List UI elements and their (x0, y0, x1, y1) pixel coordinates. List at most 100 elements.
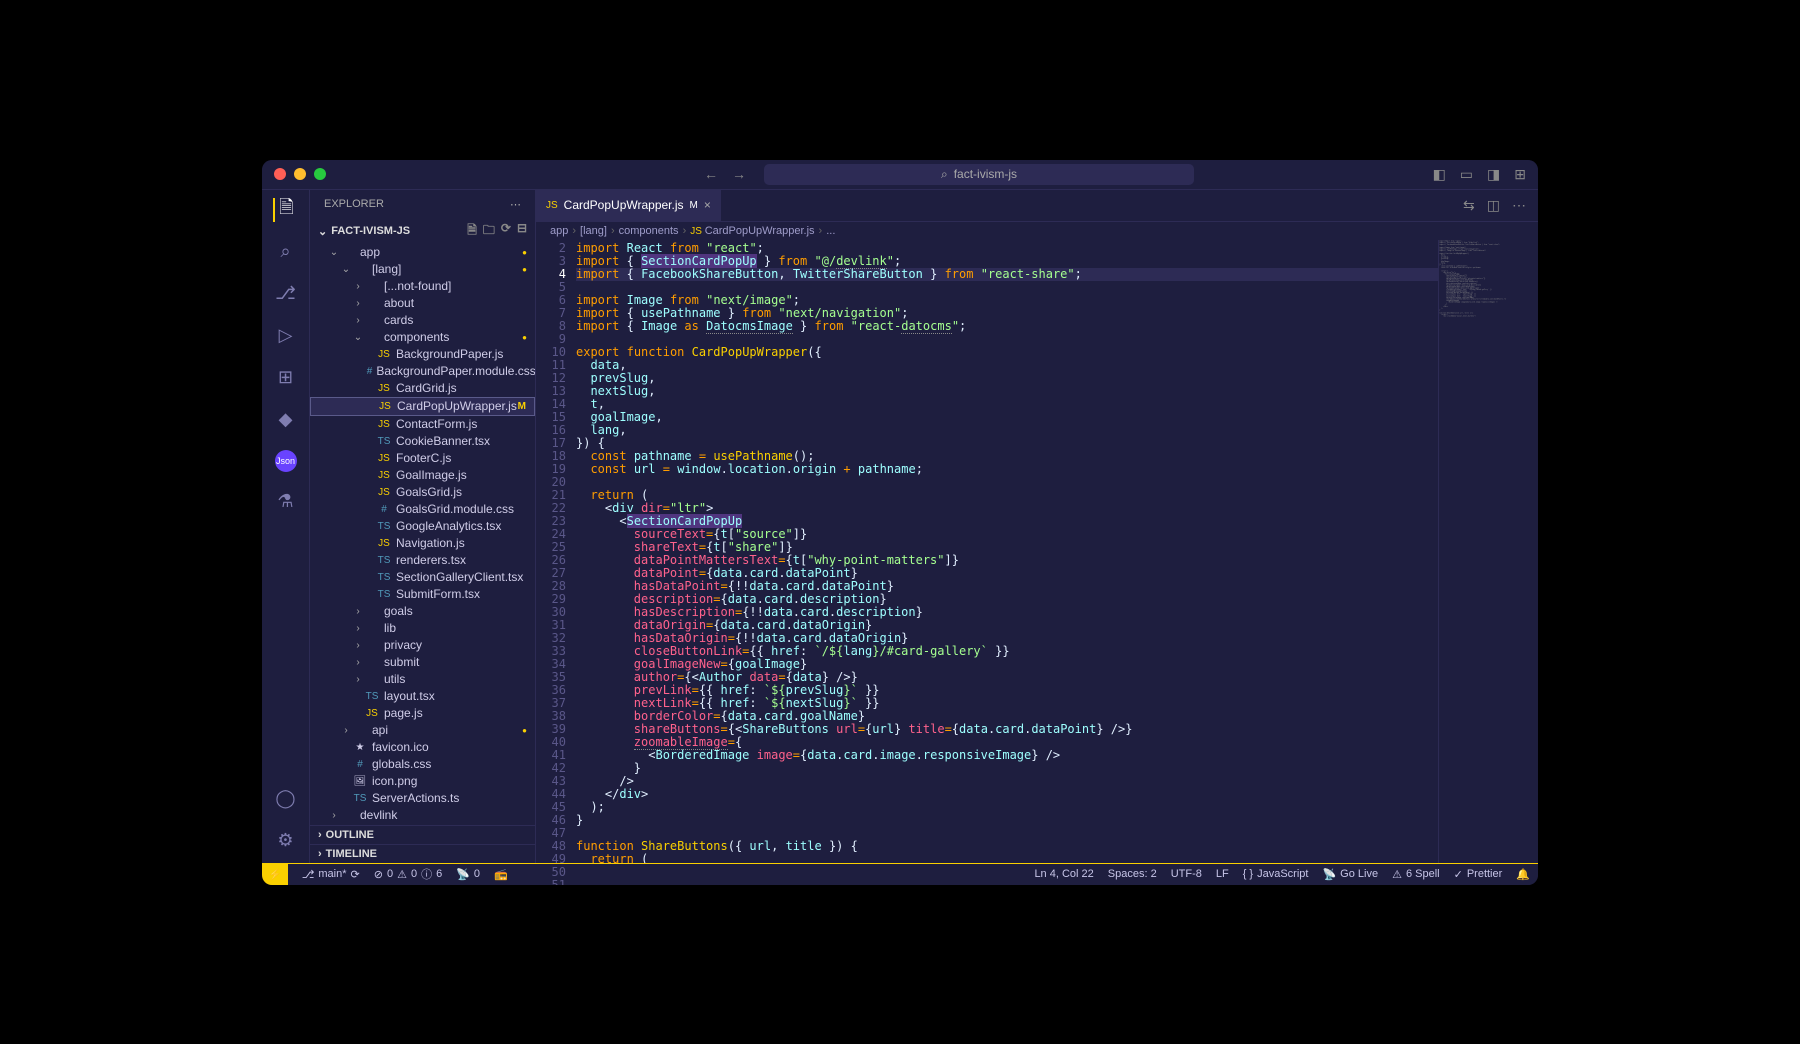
docker-icon[interactable]: ◆ (274, 408, 298, 432)
code-line[interactable]: <div dir="ltr"> (576, 502, 1438, 515)
file-item[interactable]: TSSectionGalleryClient.tsx (310, 569, 535, 586)
command-center-search[interactable]: ⌕ fact-ivism-js (764, 164, 1194, 185)
file-item[interactable]: #globals.css (310, 756, 535, 773)
folder-item[interactable]: ›goals (310, 603, 535, 620)
folder-item[interactable]: ⌄[lang]● (310, 261, 535, 278)
radio-tower-icon[interactable]: 📻 (494, 868, 508, 881)
file-item[interactable]: #GoalsGrid.module.css (310, 501, 535, 518)
code-line[interactable]: const url = window.location.origin + pat… (576, 463, 1438, 476)
code-line[interactable]: t, (576, 398, 1438, 411)
code-line[interactable]: } (576, 814, 1438, 827)
file-item[interactable]: JSpage.js (310, 705, 535, 722)
code-line[interactable]: ); (576, 801, 1438, 814)
accounts-icon[interactable]: ◯ (274, 787, 298, 811)
file-item[interactable]: TSGoogleAnalytics.tsx (310, 518, 535, 535)
project-section-header[interactable]: ⌄ FACT-IVISM-JS 🗎 🗀 ⟳ ⊟ (310, 219, 535, 244)
toggle-panel-icon[interactable]: ▭ (1460, 166, 1473, 183)
nav-forward-icon[interactable]: → (732, 166, 746, 182)
problems-indicator[interactable]: ⊘ 0 ⚠ 0 ⓘ 6 (374, 866, 442, 882)
minimap[interactable]: import React from "react"; import { Sect… (1438, 240, 1526, 863)
explorer-more-icon[interactable]: ⋯ (510, 198, 521, 211)
file-item[interactable]: JSNavigation.js (310, 535, 535, 552)
code-line[interactable]: /> (576, 775, 1438, 788)
file-item[interactable]: TSrenderers.tsx (310, 552, 535, 569)
file-item[interactable]: JSFooterC.js (310, 450, 535, 467)
file-item[interactable]: TSServerActions.ts (310, 790, 535, 807)
json-extension-icon[interactable]: Json (275, 450, 297, 472)
minimize-window-button[interactable] (294, 168, 306, 180)
refresh-icon[interactable]: ⟳ (501, 221, 511, 242)
folder-item[interactable]: ⌄app● (310, 244, 535, 261)
close-tab-icon[interactable]: × (704, 198, 711, 212)
folder-item[interactable]: ›devlink (310, 807, 535, 824)
folder-item[interactable]: ›submit (310, 654, 535, 671)
folder-item[interactable]: ›cards (310, 312, 535, 329)
file-item[interactable]: TSSubmitForm.tsx (310, 586, 535, 603)
scrollbar[interactable] (1526, 240, 1538, 863)
ports-indicator[interactable]: 📡 0 (456, 868, 480, 881)
remote-indicator[interactable]: ⚡ (262, 864, 288, 885)
notifications-icon[interactable]: 🔔 (1516, 868, 1530, 881)
toggle-primary-sidebar-icon[interactable]: ◧ (1433, 166, 1446, 183)
code-line[interactable]: import React from "react"; (576, 242, 1438, 255)
file-item[interactable]: JSBackgroundPaper.js (310, 346, 535, 363)
code-line[interactable]: lang, (576, 424, 1438, 437)
new-file-icon[interactable]: 🗎 (467, 221, 477, 242)
code-line[interactable]: data, (576, 359, 1438, 372)
customize-layout-icon[interactable]: ⊞ (1514, 166, 1526, 183)
file-item[interactable]: JSCardGrid.js (310, 380, 535, 397)
cursor-position[interactable]: Ln 4, Col 22 (1034, 868, 1093, 880)
extensions-icon[interactable]: ⊞ (274, 366, 298, 390)
collapse-icon[interactable]: ⊟ (517, 221, 527, 242)
close-window-button[interactable] (274, 168, 286, 180)
file-item[interactable]: JSGoalImage.js (310, 467, 535, 484)
outline-section[interactable]: › OUTLINE (310, 825, 535, 844)
split-editor-icon[interactable]: ◫ (1487, 197, 1500, 214)
tab-cardpopupwrapper[interactable]: JS CardPopUpWrapper.js M × (536, 190, 722, 221)
compare-changes-icon[interactable]: ⇆ (1463, 197, 1475, 214)
file-item[interactable]: JSGoalsGrid.js (310, 484, 535, 501)
folder-item[interactable]: ›lib (310, 620, 535, 637)
nav-back-icon[interactable]: ← (704, 166, 718, 182)
go-live[interactable]: 📡 Go Live (1322, 868, 1378, 881)
folder-item[interactable]: ›privacy (310, 637, 535, 654)
breadcrumb-segment[interactable]: JS CardPopUpWrapper.js (690, 225, 814, 237)
encoding[interactable]: UTF-8 (1171, 868, 1202, 880)
code-line[interactable]: </div> (576, 788, 1438, 801)
toggle-secondary-sidebar-icon[interactable]: ◨ (1487, 166, 1500, 183)
file-item[interactable]: JSCardPopUpWrapper.jsM (310, 397, 535, 416)
file-item[interactable]: TSCookieBanner.tsx (310, 433, 535, 450)
folder-item[interactable]: ›about (310, 295, 535, 312)
code-line[interactable]: <BorderedImage image={data.card.image.re… (576, 749, 1438, 762)
code-line[interactable]: goalImage, (576, 411, 1438, 424)
breadcrumb-segment[interactable]: [lang] (580, 225, 607, 237)
code-line[interactable]: } (576, 762, 1438, 775)
folder-item[interactable]: ›utils (310, 671, 535, 688)
file-item[interactable]: ★favicon.ico (310, 739, 535, 756)
file-item[interactable]: JSContactForm.js (310, 416, 535, 433)
maximize-window-button[interactable] (314, 168, 326, 180)
code-line[interactable]: nextSlug, (576, 385, 1438, 398)
more-actions-icon[interactable]: ⋯ (1512, 197, 1526, 214)
code-line[interactable]: function ShareButtons({ url, title }) { (576, 840, 1438, 853)
breadcrumb-segment[interactable]: components (619, 225, 679, 237)
code-line[interactable]: prevSlug, (576, 372, 1438, 385)
code-line[interactable]: import { Image as DatocmsImage } from "r… (576, 320, 1438, 333)
run-debug-icon[interactable]: ▷ (274, 324, 298, 348)
code-line[interactable]: import { FacebookShareButton, TwitterSha… (576, 268, 1438, 281)
code-line[interactable]: export function CardPopUpWrapper({ (576, 346, 1438, 359)
folder-item[interactable]: ⌄components● (310, 329, 535, 346)
code-editor[interactable]: 2345678910111213141516171819202122232425… (536, 240, 1538, 863)
search-activity-icon[interactable]: ⌕ (274, 240, 298, 264)
code-line[interactable]: return ( (576, 853, 1438, 863)
code-line[interactable] (576, 476, 1438, 489)
breadcrumbs[interactable]: app›[lang]›components›JS CardPopUpWrappe… (536, 222, 1538, 240)
folder-item[interactable]: ›[...not-found] (310, 278, 535, 295)
breadcrumb-segment[interactable]: ... (826, 225, 835, 237)
folder-item[interactable]: ›api● (310, 722, 535, 739)
explorer-icon[interactable]: 🗎 (273, 198, 297, 222)
file-item[interactable]: #BackgroundPaper.module.css (310, 363, 535, 380)
code-content[interactable]: import React from "react";import { Secti… (576, 240, 1438, 863)
new-folder-icon[interactable]: 🗀 (483, 221, 495, 242)
source-control-icon[interactable]: ⎇ (274, 282, 298, 306)
